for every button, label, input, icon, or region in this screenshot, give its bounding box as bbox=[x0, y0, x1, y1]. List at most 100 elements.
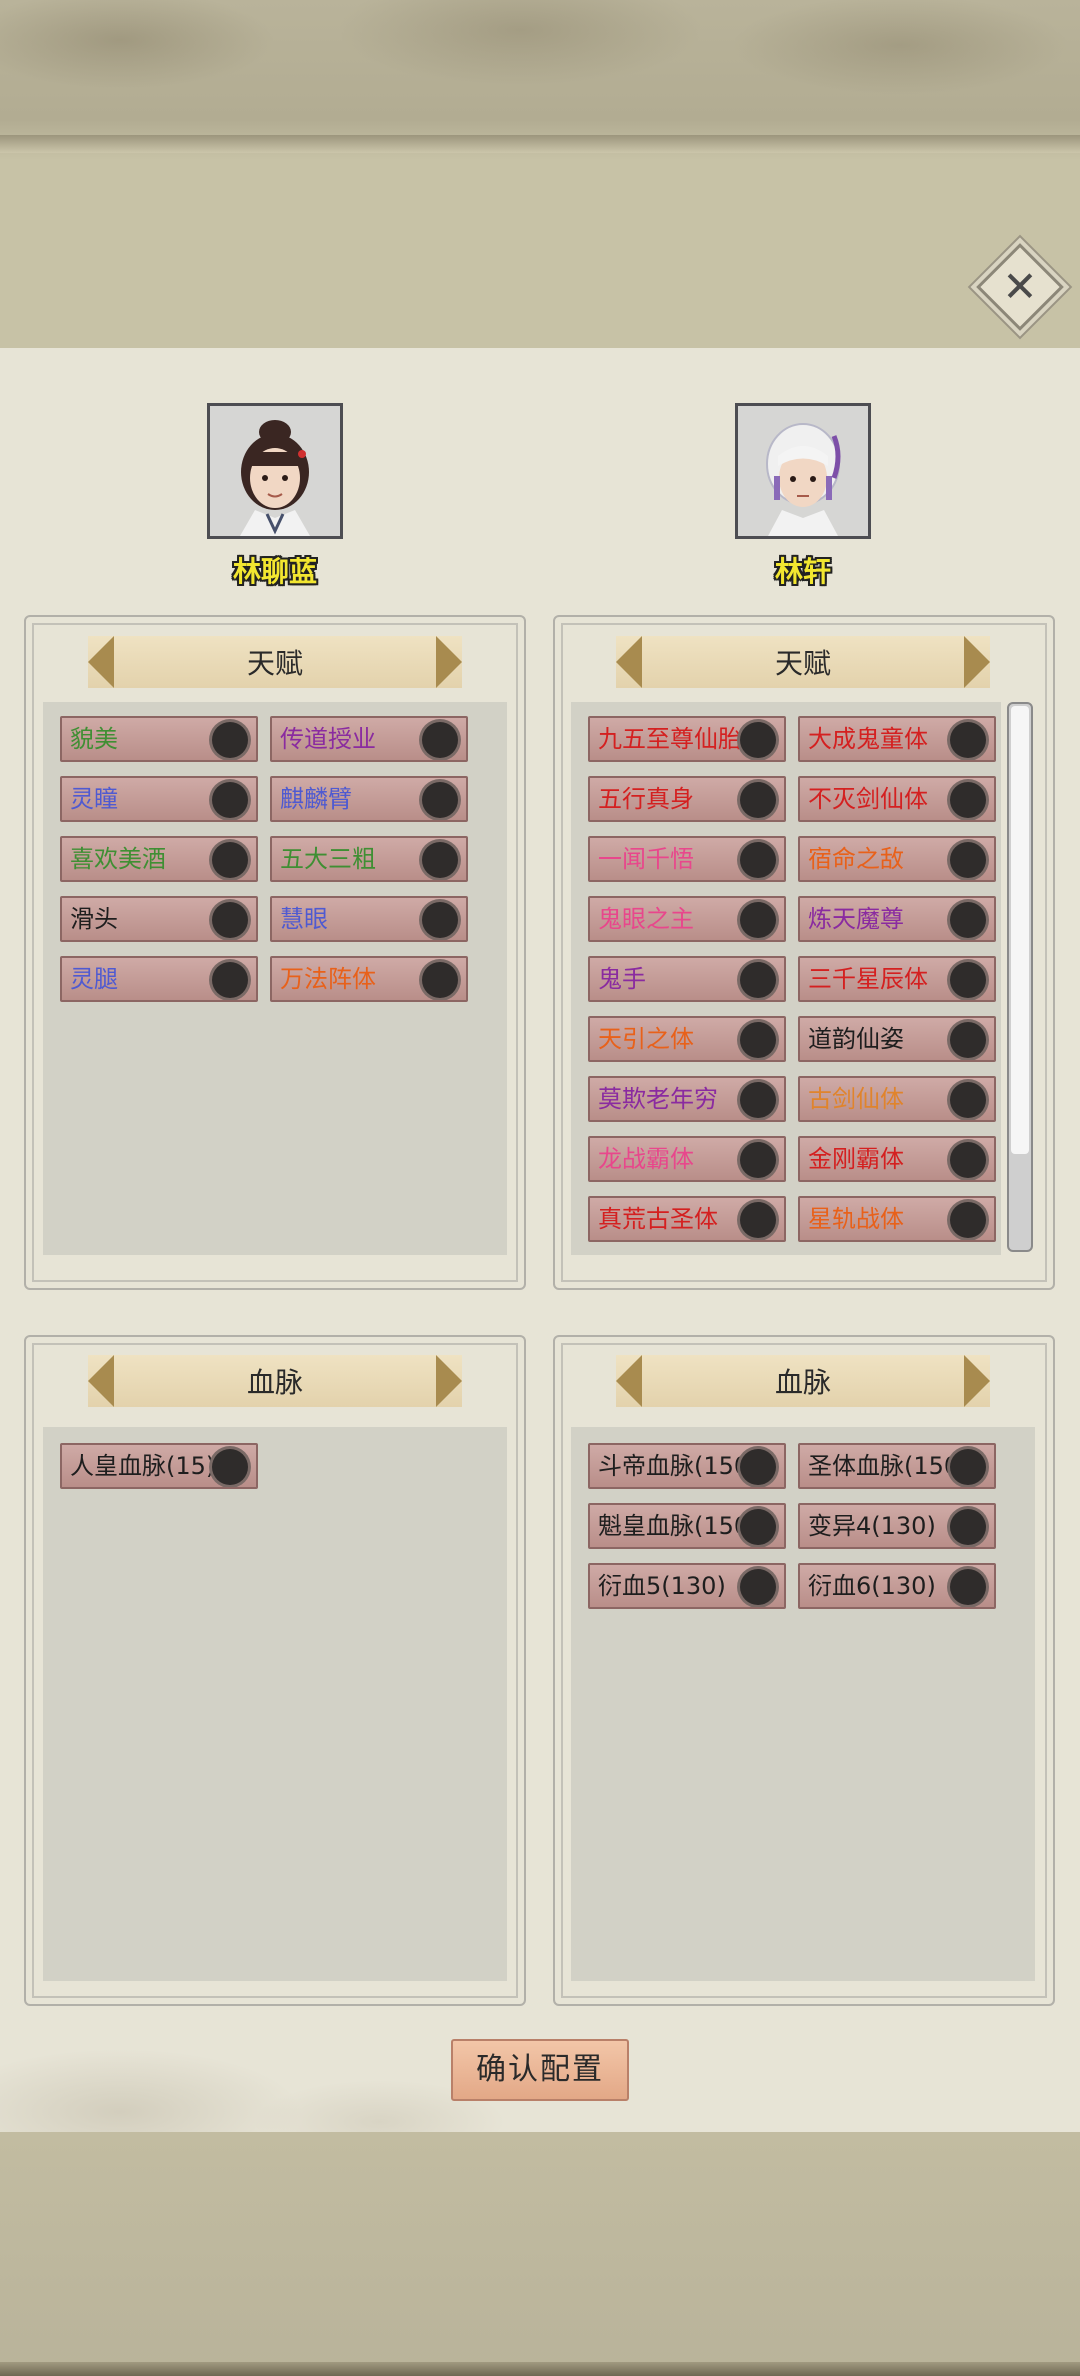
right-bloodline-chip[interactable]: 魁皇血脉(150) bbox=[588, 1503, 786, 1549]
right-talent-chip[interactable]: 不灭剑仙体 bbox=[798, 776, 996, 822]
select-toggle-icon[interactable] bbox=[740, 902, 776, 938]
confirm-config-button[interactable]: 确认配置 bbox=[451, 2039, 629, 2101]
bloodline-list-left bbox=[43, 1427, 507, 1981]
right-bloodline-chip[interactable]: 圣体血脉(150) bbox=[798, 1443, 996, 1489]
left-talent-chip[interactable]: 滑头 bbox=[60, 896, 258, 942]
select-toggle-icon[interactable] bbox=[740, 1202, 776, 1238]
chip-label: 莫欺老年穷 bbox=[598, 1085, 718, 1113]
select-toggle-icon[interactable] bbox=[422, 902, 458, 938]
select-toggle-icon[interactable] bbox=[212, 842, 248, 878]
chip-label: 三千星辰体 bbox=[808, 965, 928, 993]
select-toggle-icon[interactable] bbox=[212, 1449, 248, 1485]
chip-label: 道韵仙姿 bbox=[808, 1025, 904, 1053]
right-talent-chip[interactable]: 鬼手 bbox=[588, 956, 786, 1002]
select-toggle-icon[interactable] bbox=[740, 1022, 776, 1058]
select-toggle-icon[interactable] bbox=[212, 722, 248, 758]
select-toggle-icon[interactable] bbox=[212, 782, 248, 818]
chip-label: 真荒古圣体 bbox=[598, 1205, 718, 1233]
select-toggle-icon[interactable] bbox=[740, 722, 776, 758]
bottom-border bbox=[0, 2362, 1080, 2376]
select-toggle-icon[interactable] bbox=[950, 1509, 986, 1545]
select-toggle-icon[interactable] bbox=[212, 962, 248, 998]
right-talent-chip[interactable]: 宿命之敌 bbox=[798, 836, 996, 882]
select-toggle-icon[interactable] bbox=[740, 1142, 776, 1178]
right-bloodline-chip[interactable]: 变异4(130) bbox=[798, 1503, 996, 1549]
right-talent-chip[interactable]: 金刚霸体 bbox=[798, 1136, 996, 1182]
left-talent-chip[interactable]: 五大三粗 bbox=[270, 836, 468, 882]
left-talent-chip[interactable]: 貌美 bbox=[60, 716, 258, 762]
chip-label: 古剑仙体 bbox=[808, 1085, 904, 1113]
right-talent-chip[interactable]: 炼天魔尊 bbox=[798, 896, 996, 942]
chip-label: 鬼眼之主 bbox=[598, 905, 694, 933]
bloodline-title-left: 血脉 bbox=[246, 1366, 303, 1399]
select-toggle-icon[interactable] bbox=[950, 1569, 986, 1605]
select-toggle-icon[interactable] bbox=[950, 1449, 986, 1485]
select-toggle-icon[interactable] bbox=[740, 1449, 776, 1485]
select-toggle-icon[interactable] bbox=[950, 1022, 986, 1058]
top-decoration bbox=[0, 0, 1080, 348]
right-talent-chip[interactable]: 三千星辰体 bbox=[798, 956, 996, 1002]
select-toggle-icon[interactable] bbox=[950, 1082, 986, 1118]
select-toggle-icon[interactable] bbox=[950, 782, 986, 818]
select-toggle-icon[interactable] bbox=[422, 722, 458, 758]
right-bloodline-chip[interactable]: 斗帝血脉(150) bbox=[588, 1443, 786, 1489]
chip-label: 滑头 bbox=[70, 905, 118, 933]
select-toggle-icon[interactable] bbox=[950, 1142, 986, 1178]
select-toggle-icon[interactable] bbox=[950, 1202, 986, 1238]
select-toggle-icon[interactable] bbox=[740, 842, 776, 878]
left-talent-chip[interactable]: 喜欢美酒 bbox=[60, 836, 258, 882]
select-toggle-icon[interactable] bbox=[740, 1082, 776, 1118]
left-talent-chip[interactable]: 传道授业 bbox=[270, 716, 468, 762]
select-toggle-icon[interactable] bbox=[422, 842, 458, 878]
select-toggle-icon[interactable] bbox=[950, 842, 986, 878]
right-talent-chip[interactable]: 古剑仙体 bbox=[798, 1076, 996, 1122]
talent-scrollbar[interactable] bbox=[1007, 702, 1033, 1252]
select-toggle-icon[interactable] bbox=[422, 962, 458, 998]
select-toggle-icon[interactable] bbox=[740, 1569, 776, 1605]
left-talent-chip[interactable]: 灵瞳 bbox=[60, 776, 258, 822]
avatar-left[interactable] bbox=[207, 403, 343, 539]
chip-label: 魁皇血脉(150) bbox=[598, 1512, 759, 1540]
right-talent-chip[interactable]: 五行真身 bbox=[588, 776, 786, 822]
close-button[interactable]: ✕ bbox=[976, 243, 1064, 331]
left-talent-chip[interactable]: 慧眼 bbox=[270, 896, 468, 942]
right-arrow-icon bbox=[964, 636, 990, 688]
right-talent-chip[interactable]: 天引之体 bbox=[588, 1016, 786, 1062]
chip-label: 传道授业 bbox=[280, 725, 376, 753]
right-talent-chip[interactable]: 龙战霸体 bbox=[588, 1136, 786, 1182]
right-bloodline-chip[interactable]: 衍血5(130) bbox=[588, 1563, 786, 1609]
right-talent-chip[interactable]: 真荒古圣体 bbox=[588, 1196, 786, 1242]
right-talent-chip[interactable]: 一闻千悟 bbox=[588, 836, 786, 882]
chip-label: 一闻千悟 bbox=[598, 845, 694, 873]
character-portrait-right bbox=[738, 406, 868, 536]
select-toggle-icon[interactable] bbox=[212, 902, 248, 938]
chip-label: 喜欢美酒 bbox=[70, 845, 166, 873]
select-toggle-icon[interactable] bbox=[950, 962, 986, 998]
select-toggle-icon[interactable] bbox=[740, 782, 776, 818]
right-talent-chip[interactable]: 道韵仙姿 bbox=[798, 1016, 996, 1062]
right-talent-chip[interactable]: 大成鬼童体 bbox=[798, 716, 996, 762]
left-arrow-icon bbox=[88, 1355, 114, 1407]
left-arrow-icon bbox=[616, 1355, 642, 1407]
right-talent-chip[interactable]: 莫欺老年穷 bbox=[588, 1076, 786, 1122]
select-toggle-icon[interactable] bbox=[950, 902, 986, 938]
chip-label: 人皇血脉(15) bbox=[70, 1452, 216, 1480]
right-bloodline-chip[interactable]: 衍血6(130) bbox=[798, 1563, 996, 1609]
select-toggle-icon[interactable] bbox=[422, 782, 458, 818]
scrollbar-thumb[interactable] bbox=[1011, 706, 1029, 1154]
left-talent-chip[interactable]: 灵腿 bbox=[60, 956, 258, 1002]
right-talent-chip[interactable]: 鬼眼之主 bbox=[588, 896, 786, 942]
chip-label: 麒麟臂 bbox=[280, 785, 352, 813]
left-talent-chip[interactable]: 麒麟臂 bbox=[270, 776, 468, 822]
right-talent-chip[interactable]: 九五至尊仙胎 bbox=[588, 716, 786, 762]
left-talent-chip[interactable]: 万法阵体 bbox=[270, 956, 468, 1002]
left-bloodline-chip[interactable]: 人皇血脉(15) bbox=[60, 1443, 258, 1489]
select-toggle-icon[interactable] bbox=[950, 722, 986, 758]
select-toggle-icon[interactable] bbox=[740, 1509, 776, 1545]
bottom-decoration bbox=[0, 2132, 1080, 2376]
avatar-right[interactable] bbox=[735, 403, 871, 539]
select-toggle-icon[interactable] bbox=[740, 962, 776, 998]
chip-label: 貌美 bbox=[70, 725, 118, 753]
right-talent-chip[interactable]: 星轨战体 bbox=[798, 1196, 996, 1242]
chip-label: 灵瞳 bbox=[70, 785, 118, 813]
